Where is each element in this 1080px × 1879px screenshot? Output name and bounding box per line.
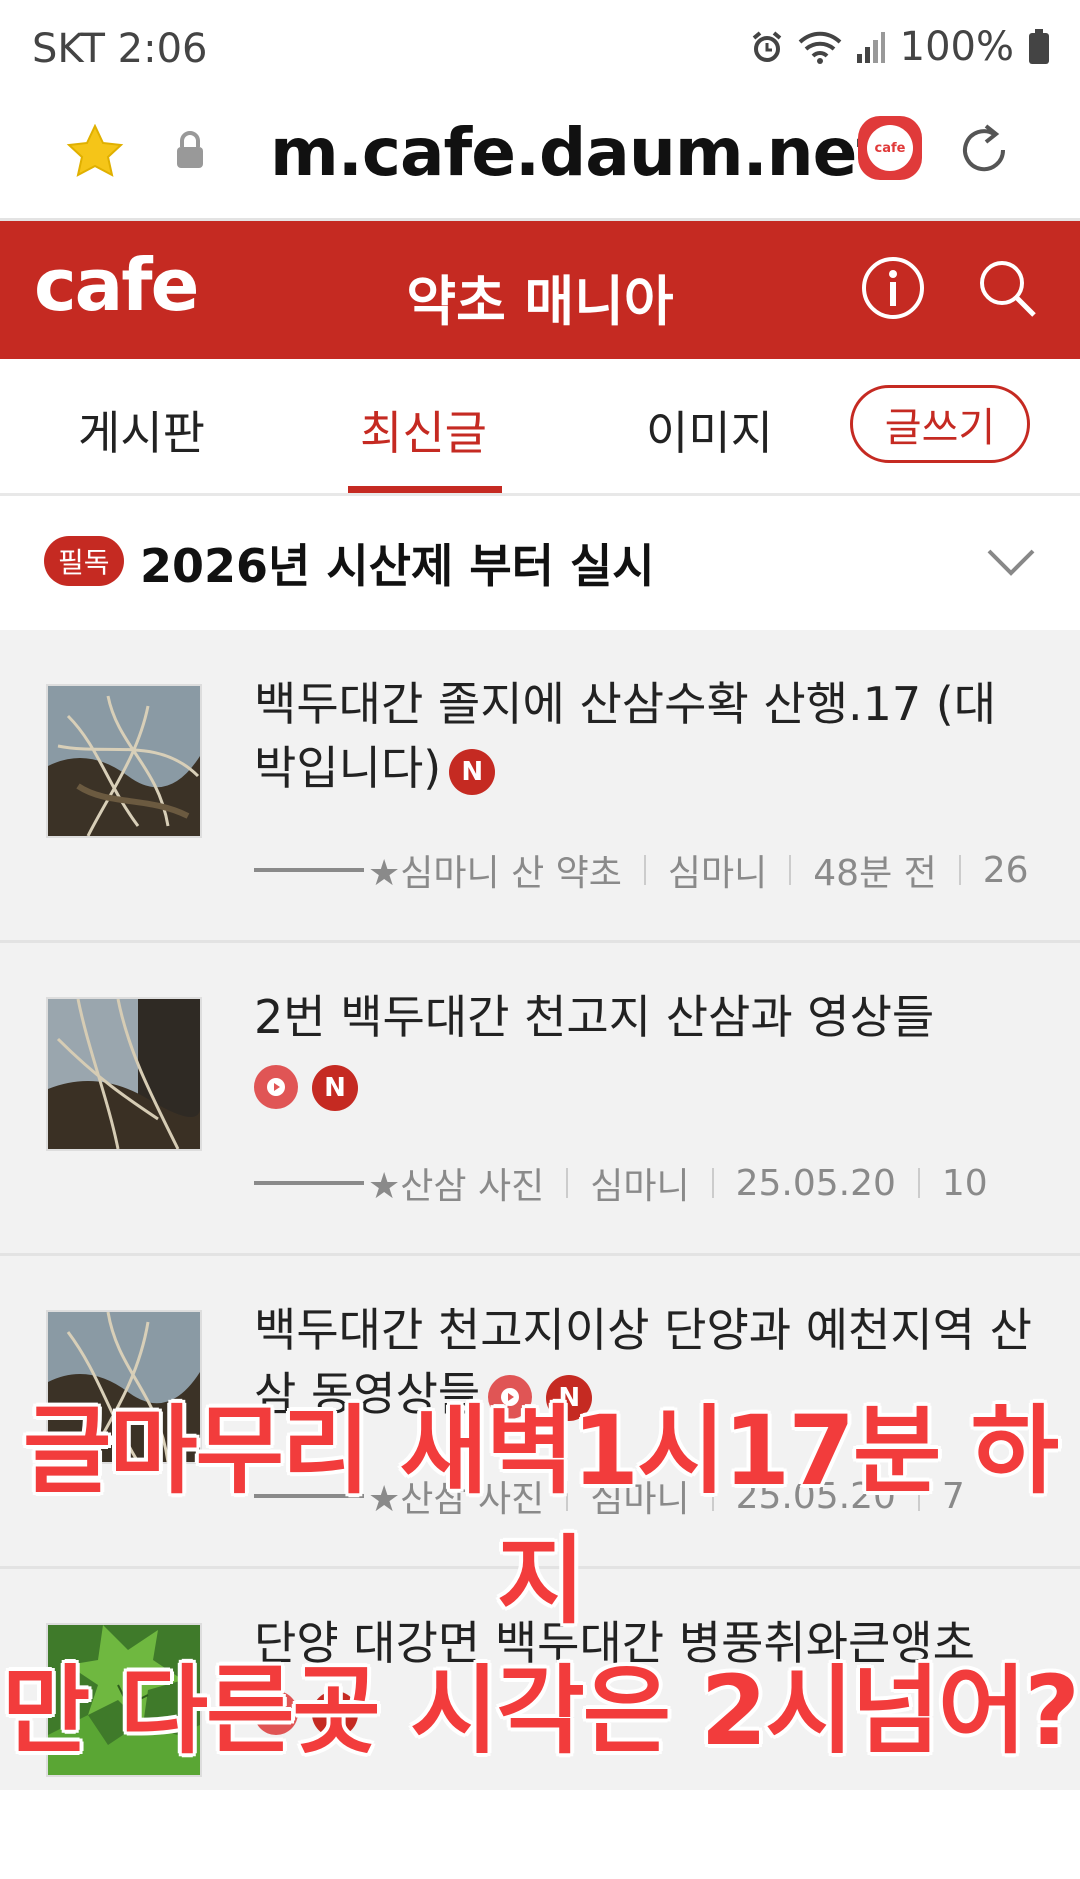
overlay-line-1: 글마무리 새벽1시17분 하지 [22,1395,1059,1637]
post-time: 48분 전 [813,853,937,894]
post-meta: ★산삼 사진 심마니 25.05.20 10 [254,1157,988,1209]
list-item[interactable]: 2번 백두대간 천고지 산삼과 영상들 N ★산삼 사진 심마니 25.05.2… [0,943,1080,1256]
new-badge: N [449,748,496,795]
post-count: 10 [941,1162,988,1204]
must-read-badge: 필독 [44,536,124,586]
post-thumbnail[interactable] [46,684,202,838]
post-title[interactable]: 백두대간 졸지에 산삼수확 산행.17 (대박입니다) N [254,672,1034,800]
cafe-header: cafe 약초 매니아 [0,221,1080,359]
cafe-app-icon[interactable]: cafe [858,116,922,180]
info-icon[interactable] [860,255,926,321]
list-item[interactable]: 백두대간 졸지에 산삼수확 산행.17 (대박입니다) N ★심마니 산 약초 심… [0,630,1080,943]
battery-icon [1029,29,1049,64]
overlay-line-2: 만 다른곳 시각은 2시넘어? [2,1655,1080,1767]
active-tab-indicator [348,486,502,493]
url-text[interactable]: m.cafe.daum.net [270,114,888,191]
meta-dash [254,1181,364,1185]
post-author: 심마니 [667,853,768,894]
reload-icon[interactable] [956,122,1012,178]
notice-title[interactable]: 2026년 시산제 부터 실시 [140,530,655,596]
overlay-caption: 글마무리 새벽1시17분 하지 만 다른곳 시각은 2시넘어? [0,1386,1080,1776]
pinned-notice[interactable]: 필독 2026년 시산제 부터 실시 [0,496,1080,630]
browser-url-bar: m.cafe.daum.net cafe [0,100,1080,221]
tab-latest[interactable]: 최신글 [360,397,487,463]
post-category: ★산삼 사진 [368,1166,545,1207]
status-time: SKT 2:06 [32,26,208,72]
post-time: 25.05.20 [735,1162,896,1204]
lock-icon [177,131,203,168]
wifi-icon [798,31,841,64]
status-icons: 100% [750,24,1050,70]
post-meta: ★심마니 산 약초 심마니 48분 전 26 [254,844,1029,896]
tab-board[interactable]: 게시판 [78,397,205,463]
tab-image[interactable]: 이미지 [646,397,773,463]
tab-bar: 게시판 최신글 이미지 글쓰기 [0,359,1080,496]
post-author: 심마니 [590,1166,690,1207]
meta-dash [254,868,364,872]
signal-icon [856,32,885,63]
chevron-down-icon[interactable] [986,548,1036,578]
search-icon[interactable] [976,257,1038,319]
battery-percent: 100% [899,24,1014,70]
write-button[interactable]: 글쓰기 [850,385,1030,463]
alarm-icon [752,31,781,62]
post-count: 26 [982,849,1029,891]
post-category: ★심마니 산 약초 [368,853,622,894]
star-icon[interactable] [66,124,124,180]
new-badge: N [312,1064,358,1111]
status-bar: SKT 2:06 100% [0,0,1080,100]
post-title[interactable]: 2번 백두대간 천고지 산삼과 영상들 N [254,985,1034,1113]
video-icon [254,1064,298,1109]
post-thumbnail[interactable] [46,997,202,1151]
